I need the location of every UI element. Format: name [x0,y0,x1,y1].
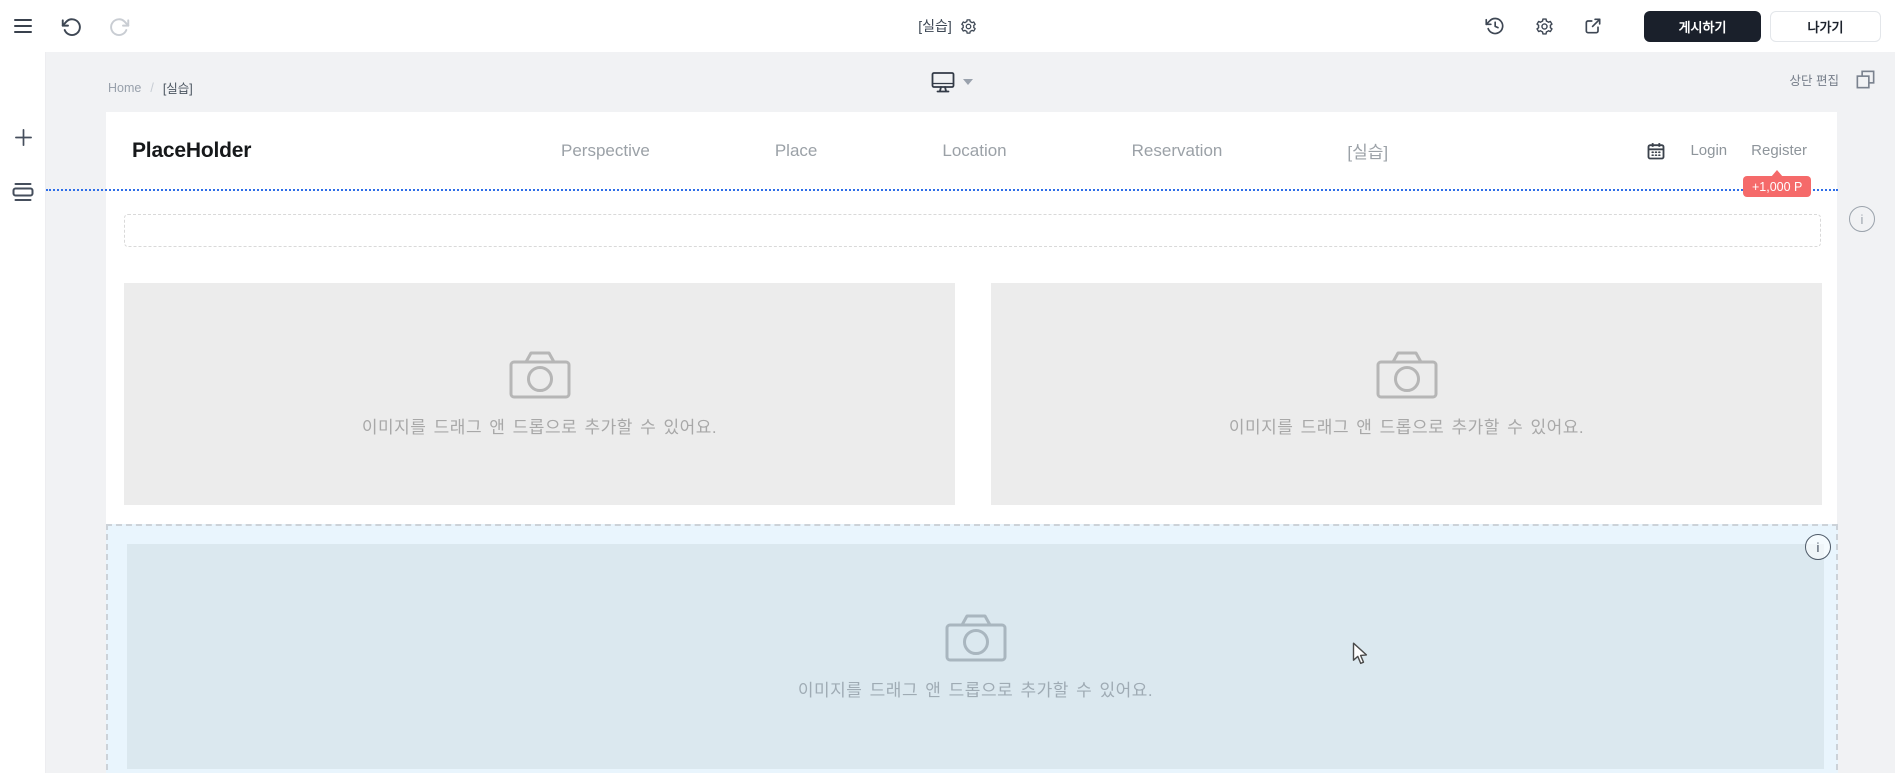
device-preview-selector[interactable] [930,70,973,94]
empty-widget-dropzone[interactable] [124,214,1821,247]
section-info-button[interactable]: i [1849,206,1875,232]
top-edit-button[interactable]: 상단 편집 [1790,70,1839,89]
breadcrumb: Home / [실습] [108,78,193,97]
page-title: [실습] [918,18,952,34]
nav-item-perspective[interactable]: Perspective [561,141,650,161]
selected-section[interactable]: 이미지를 드래그 앤 드롭으로 추가할 수 있어요. [106,524,1838,773]
publish-button[interactable]: 게시하기 [1644,10,1761,42]
camera-icon [1376,351,1437,399]
calendar-icon[interactable] [1646,141,1666,161]
login-link[interactable]: Login [1690,142,1727,159]
points-badge: +1,000 P [1743,176,1812,197]
site-header: PlaceHolder Perspective Place Location R… [106,112,1837,189]
page-settings-icon[interactable] [960,18,977,35]
top-toolbar: [실습] 게시하기 나가기 [0,0,1895,52]
selected-section-info-button[interactable]: i [1805,534,1831,560]
history-button[interactable] [1482,13,1508,39]
chevron-down-icon [963,79,973,85]
image-drop-hint: 이미지를 드래그 앤 드롭으로 추가할 수 있어요. [797,680,1154,700]
nav-item-location[interactable]: Location [942,141,1006,161]
site-nav: Perspective Place Location Reservation [… [561,112,1388,189]
add-block-button[interactable] [0,119,46,155]
history-icon [1485,17,1504,35]
breadcrumb-current: [실습] [162,82,193,96]
image-drop-hint: 이미지를 드래그 앤 드롭으로 추가할 수 있어요. [1228,418,1585,437]
image-dropzone-right[interactable]: 이미지를 드래그 앤 드롭으로 추가할 수 있어요. [991,283,1822,505]
left-sidebar [0,52,46,773]
info-icon: i [1816,539,1820,555]
nav-item-reservation[interactable]: Reservation [1132,141,1223,161]
image-drop-hint: 이미지를 드래그 앤 드롭으로 추가할 수 있어요. [361,418,718,437]
nav-item-place[interactable]: Place [775,141,818,161]
exit-button[interactable]: 나가기 [1770,10,1881,42]
breadcrumb-separator: / [150,80,154,95]
plus-icon [14,128,32,146]
image-dropzone-bottom[interactable]: 이미지를 드래그 앤 드롭으로 추가할 수 있어요. [127,544,1824,769]
layers-icon[interactable] [1854,68,1877,91]
info-icon: i [1860,211,1864,227]
breadcrumb-home-link[interactable]: Home [108,81,141,95]
sections-button[interactable] [0,174,46,210]
editor-screen: [실습] 게시하기 나가기 Home / [실습] 상단 편집 PlaceHol… [0,0,1895,773]
top-edit-group: 상단 편집 [1790,68,1877,91]
image-dropzone-left[interactable]: 이미지를 드래그 앤 드롭으로 추가할 수 있어요. [124,283,955,505]
gear-icon [1535,17,1553,35]
nav-item-silseup[interactable]: [실습] [1347,138,1388,163]
external-link-icon [1585,18,1601,34]
register-link[interactable]: Register [1751,142,1807,159]
settings-button[interactable] [1531,13,1557,39]
section-divider-line [46,189,1838,191]
site-logo[interactable]: PlaceHolder [132,112,251,189]
desktop-icon [931,72,955,93]
camera-icon [509,351,570,399]
camera-icon [945,614,1006,661]
section-layout-icon [12,183,34,201]
open-site-button[interactable] [1580,13,1606,39]
